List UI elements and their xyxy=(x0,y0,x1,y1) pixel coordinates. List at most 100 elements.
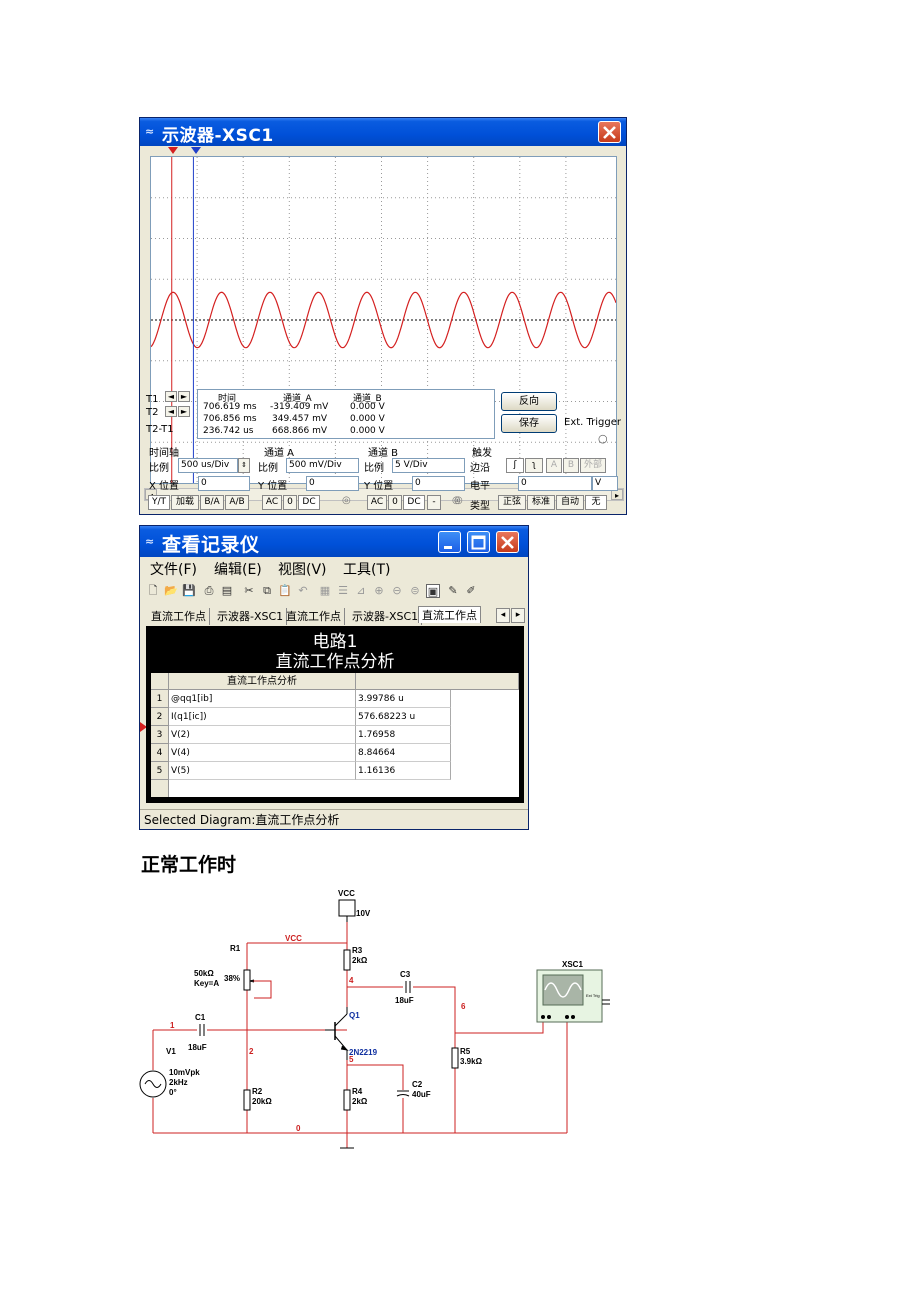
zoom-full-icon[interactable]: ⊜ xyxy=(408,584,422,598)
trigger-normal-button[interactable]: 标准 xyxy=(527,495,555,510)
tab-dc-op-2[interactable]: 直流工作点 xyxy=(283,608,345,625)
tag-icon[interactable]: ✐ xyxy=(464,584,478,598)
trigger-none-button[interactable]: 无 xyxy=(585,495,607,510)
mode-ab-button[interactable]: A/B xyxy=(225,495,249,510)
channel-b-scale-field[interactable]: 5 V/Div xyxy=(392,458,465,473)
cursor-t1-marker[interactable] xyxy=(168,147,178,154)
c2-label: C2 xyxy=(412,1080,423,1089)
close-icon xyxy=(501,536,514,549)
channel-a-scale-field[interactable]: 500 mV/Div xyxy=(286,458,359,473)
tab-scroll-right-icon[interactable]: ▸ xyxy=(511,608,525,623)
xpos-field[interactable]: 0 xyxy=(198,476,250,491)
open-icon[interactable]: 📂 xyxy=(164,584,178,598)
grapher-titlebar[interactable]: ≈ 查看记录仪 xyxy=(140,526,528,557)
legend-icon[interactable]: ☰ xyxy=(336,584,350,598)
channel-b-ac-button[interactable]: AC xyxy=(367,495,387,510)
trigger-group: 触发 xyxy=(472,448,492,459)
channel-b-zero-button[interactable]: 0 xyxy=(388,495,402,510)
ext-trig-label: Ext Trig xyxy=(586,993,600,998)
t1-left-button[interactable]: ◄ xyxy=(165,391,177,402)
channel-b-ypos-field[interactable]: 0 xyxy=(412,476,465,491)
tab-scope-2[interactable]: 示波器-XSC1 xyxy=(349,608,423,625)
menu-view[interactable]: 视图(V) xyxy=(278,559,327,579)
zoom-in-icon[interactable]: ⊕ xyxy=(372,584,386,598)
c3-capacitor[interactable] xyxy=(405,981,411,993)
r1-potentiometer[interactable] xyxy=(243,969,251,991)
cursor-t2-marker[interactable] xyxy=(191,147,201,154)
table-header-value xyxy=(356,673,519,690)
new-icon[interactable]: 🗋 xyxy=(146,584,160,598)
r2-resistor[interactable] xyxy=(243,1089,251,1111)
r3-resistor[interactable] xyxy=(343,949,351,971)
cut-icon[interactable]: ✂ xyxy=(242,584,256,598)
maximize-button[interactable] xyxy=(467,531,490,553)
t2t1-chb: 0.000 V xyxy=(350,426,385,436)
menu-file[interactable]: 文件(F) xyxy=(150,559,197,579)
circuit-schematic: VCC 10V VCC R1 50kΩ Key=A 38% R3 2kΩ C3 … xyxy=(139,889,610,1149)
menu-tools[interactable]: 工具(T) xyxy=(343,559,390,579)
reverse-colors-icon[interactable]: ▣ xyxy=(426,584,440,598)
t2t1-cha: 668.866 mV xyxy=(272,426,328,436)
r4-resistor[interactable] xyxy=(343,1089,351,1111)
close-button[interactable] xyxy=(496,531,519,553)
t1-cha: -319.409 mV xyxy=(270,402,329,412)
row-number: 5 xyxy=(151,762,169,780)
mode-ba-button[interactable]: B/A xyxy=(200,495,224,510)
tab-dc-op-1[interactable]: 直流工作点 xyxy=(148,608,210,625)
channel-a-ac-button[interactable]: AC xyxy=(262,495,282,510)
trigger-a-button[interactable]: A xyxy=(546,458,562,473)
menu-edit[interactable]: 编辑(E) xyxy=(214,559,262,579)
zoom-out-icon[interactable]: ⊖ xyxy=(390,584,404,598)
trigger-terminal-icon[interactable]: ◎ xyxy=(454,495,463,506)
cursor-toggle-icon[interactable]: ⊿ xyxy=(354,584,368,598)
channel-a-terminal-icon[interactable]: ◎ xyxy=(342,495,351,506)
t1-right-button[interactable]: ► xyxy=(178,391,190,402)
tab-scope-1[interactable]: 示波器-XSC1 xyxy=(214,608,288,625)
channel-a-zero-button[interactable]: 0 xyxy=(283,495,297,510)
trigger-level-unit[interactable]: V xyxy=(592,476,618,491)
rising-edge-icon[interactable]: ʃ xyxy=(506,458,524,473)
r3-value: 2kΩ xyxy=(352,956,368,965)
timebase-spin-icon[interactable]: ⇕ xyxy=(238,458,250,473)
r5-resistor[interactable] xyxy=(451,1047,459,1069)
c2-capacitor[interactable] xyxy=(396,1090,410,1097)
trigger-auto-button[interactable]: 自动 xyxy=(556,495,584,510)
mode-yt-button[interactable]: Y/T xyxy=(148,495,170,510)
timebase-scale-field[interactable]: 500 us/Div xyxy=(178,458,238,473)
t2-left-button[interactable]: ◄ xyxy=(165,406,177,417)
channel-b-dc-button[interactable]: DC xyxy=(403,495,425,510)
trigger-b-button[interactable]: B xyxy=(563,458,579,473)
trigger-level-field[interactable]: 0 xyxy=(518,476,592,491)
grid-icon[interactable]: ▦ xyxy=(318,584,332,598)
channel-a-group: 通道 A xyxy=(264,448,295,459)
r1-percent: 38% xyxy=(224,974,240,983)
vcc-symbol[interactable] xyxy=(338,899,356,917)
channel-a-dc-button[interactable]: DC xyxy=(298,495,320,510)
minimize-button[interactable] xyxy=(438,531,461,553)
channel-a-ypos-field[interactable]: 0 xyxy=(306,476,359,491)
undo-icon[interactable]: ↶ xyxy=(296,584,310,598)
tab-dc-op-3[interactable]: 直流工作点 xyxy=(418,606,481,623)
paste-icon[interactable]: 📋 xyxy=(278,584,292,598)
close-button[interactable] xyxy=(598,121,621,143)
table-row-value: 1.16136 xyxy=(356,762,451,780)
trigger-ext-button[interactable]: 外部 xyxy=(580,458,606,473)
t2-right-button[interactable]: ► xyxy=(178,406,190,417)
save-icon[interactable]: 💾 xyxy=(182,584,196,598)
ext-trigger-terminal-icon[interactable]: ○ xyxy=(598,432,608,445)
results-table: 直流工作点分析 1 @qq1[ib] 3.99786 u 2 I(q1[ic])… xyxy=(151,673,519,797)
mode-add-button[interactable]: 加载 xyxy=(171,495,199,510)
copy-icon[interactable]: ⧉ xyxy=(260,584,274,598)
r2-value: 20kΩ xyxy=(252,1097,272,1106)
tab-scroll-left-icon[interactable]: ◂ xyxy=(496,608,510,623)
falling-edge-icon[interactable]: ʅ xyxy=(525,458,543,473)
reverse-button[interactable]: 反向 xyxy=(501,392,557,411)
channel-b-minus-button[interactable]: - xyxy=(427,495,441,510)
properties-icon[interactable]: ✎ xyxy=(446,584,460,598)
save-button[interactable]: 保存 xyxy=(501,414,557,433)
print-preview-icon[interactable]: ▤ xyxy=(220,584,234,598)
oscilloscope-titlebar[interactable]: ≈ 示波器-XSC1 xyxy=(140,118,626,146)
print-icon[interactable]: ⎙ xyxy=(202,584,216,598)
c1-capacitor[interactable] xyxy=(199,1024,205,1036)
trigger-sine-button[interactable]: 正弦 xyxy=(498,495,526,510)
